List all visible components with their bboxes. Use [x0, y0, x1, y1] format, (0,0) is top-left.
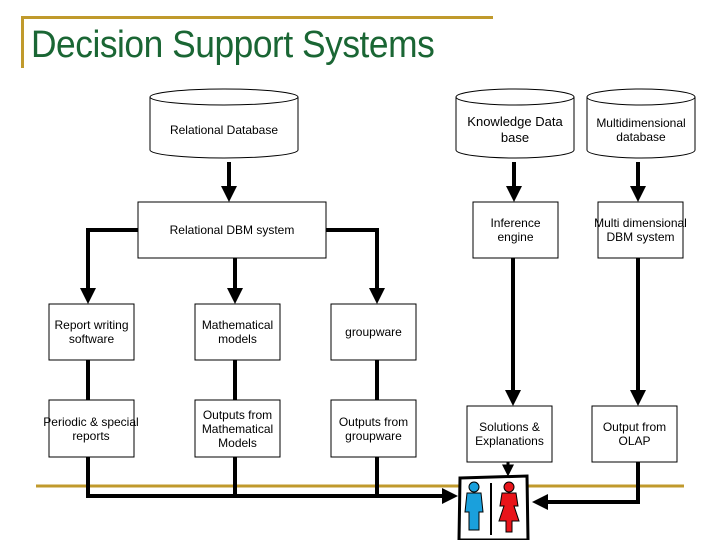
label-multidimensional-database: Multidimensional database	[596, 116, 686, 144]
arrow-rdbms-to-groupware	[326, 228, 385, 304]
label-report-writing-software: Report writing software	[54, 318, 129, 346]
label-outputs-groupware: Outputs from groupware	[338, 414, 409, 443]
label-solutions-explanations: Solutions & Explanations	[475, 420, 544, 448]
label-multidimensional-dbm-system: Multi dimensional DBM system	[594, 216, 687, 244]
label-groupware: groupware	[345, 325, 402, 339]
arrow-olap-to-users	[532, 462, 640, 510]
label-relational-dbm-system: Relational DBM system	[169, 223, 295, 237]
label-relational-database: Relational Database	[169, 123, 279, 137]
label-periodic-special-reports: Periodic & special reports	[43, 414, 139, 443]
label-knowledge-database: Knowledge Data base	[467, 114, 563, 145]
users-icon	[457, 474, 530, 540]
label-outputs-mathematical-models: Outputs from Mathematical Models	[201, 407, 274, 450]
label-inference-engine: Inference engine	[490, 216, 541, 244]
arrow-outputs-to-users	[86, 457, 458, 504]
label-mathematical-models: Mathematical models	[201, 318, 274, 346]
arrow-rdbms-to-report	[80, 228, 138, 304]
label-output-olap: Output from OLAP	[602, 420, 667, 448]
